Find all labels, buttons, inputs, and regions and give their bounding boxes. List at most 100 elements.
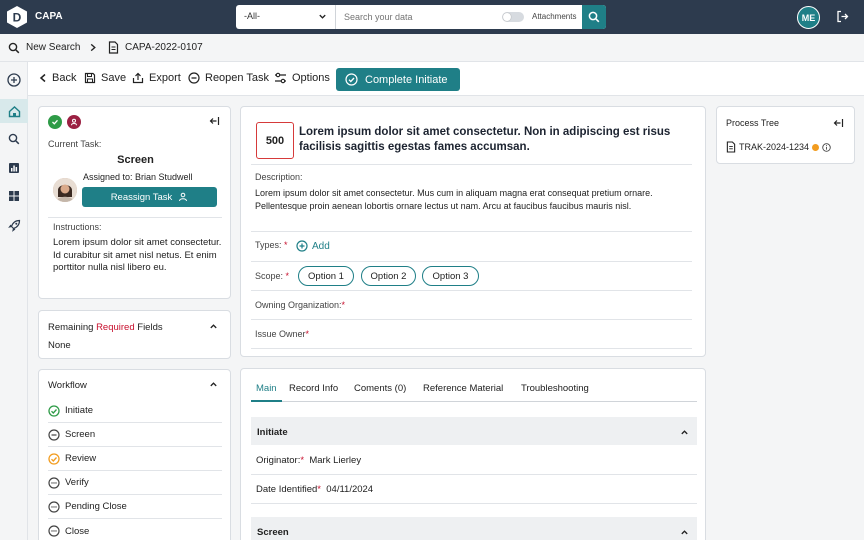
complete-initiate-button[interactable]: Complete Initiate (336, 68, 460, 91)
chevron-up-icon (680, 428, 689, 437)
search-scope-select[interactable]: -All- (236, 5, 336, 29)
tab-main[interactable]: Main (256, 383, 277, 394)
sliders-icon (274, 72, 287, 84)
rail-add-button[interactable] (0, 68, 28, 92)
logout-icon[interactable] (836, 10, 849, 23)
attachments-label: Attachments (532, 12, 577, 21)
add-type-button[interactable]: Add (296, 240, 330, 252)
pending-circle-icon (48, 525, 60, 537)
minus-circle-icon (48, 428, 60, 441)
active-tab-indicator (251, 400, 282, 402)
process-tree-card: Process Tree TRAK-2024-1234 (716, 106, 855, 164)
remaining-required-heading: Remaining Required Fields (48, 322, 163, 333)
rail-home-button[interactable] (0, 99, 28, 123)
user-initials: ME (801, 12, 816, 23)
rail-launch-button[interactable] (0, 213, 28, 237)
options-button[interactable]: Options (274, 72, 330, 84)
breadcrumb-new-search[interactable]: New Search (26, 42, 80, 53)
reopen-task-button[interactable]: Reopen Task (188, 72, 269, 84)
scope-option-2[interactable]: Option 2 (361, 266, 416, 286)
collapse-panel-icon[interactable] (209, 116, 220, 126)
remaining-prefix: Remaining (48, 322, 97, 333)
info-icon[interactable] (822, 142, 831, 152)
export-button[interactable]: Export (132, 72, 181, 84)
rail-dashboard-button[interactable] (0, 184, 28, 208)
chevron-up-icon[interactable] (209, 322, 218, 331)
status-check-icon (48, 115, 62, 129)
current-task-card: Current Task: Screen Assigned to: Brian … (38, 106, 231, 299)
chevron-up-icon[interactable] (209, 380, 218, 389)
search-input[interactable] (336, 5, 486, 29)
workflow-step-verify[interactable]: Verify (48, 471, 222, 495)
back-label: Back (52, 72, 77, 84)
process-tree-item-label: TRAK-2024-1234 (739, 142, 810, 152)
search-button[interactable] (582, 5, 606, 29)
tab-divider (251, 401, 697, 402)
reopen-label: Reopen Task (205, 72, 270, 84)
app-logo-icon[interactable]: D (6, 5, 28, 29)
app-title: CAPA (35, 11, 63, 22)
tab-troubleshooting[interactable]: Troubleshooting (521, 383, 589, 394)
workflow-step-label: Close (65, 525, 90, 537)
rocket-icon (7, 219, 20, 232)
description-text[interactable]: Lorem ipsum dolor sit amet consectetur. … (255, 187, 675, 212)
collapse-panel-icon[interactable] (833, 118, 844, 128)
divider (251, 290, 692, 291)
reassign-user-icon (178, 192, 188, 202)
issue-title[interactable]: Lorem ipsum dolor sit amet consectetur. … (299, 125, 699, 155)
scope-option-3[interactable]: Option 3 (422, 266, 479, 286)
rail-search-button[interactable] (0, 127, 28, 151)
save-button[interactable]: Save (84, 72, 126, 84)
workflow-step-close[interactable]: Close (48, 519, 222, 540)
divider (251, 261, 692, 262)
process-tree-title: Process Tree (726, 118, 780, 128)
divider (251, 164, 692, 165)
save-icon (84, 72, 96, 84)
assigned-to-text: Assigned to: Brian Studwell (83, 172, 193, 182)
workflow-step-screen[interactable]: Screen (48, 423, 222, 447)
plus-circle-icon (7, 73, 21, 87)
pending-circle-icon (48, 476, 60, 489)
breadcrumb-record-id: CAPA-2022-0107 (125, 42, 203, 53)
scope-option-1[interactable]: Option 1 (298, 266, 354, 286)
search-icon[interactable] (8, 42, 20, 54)
section-title: Initiate (257, 427, 288, 438)
section-initiate-header[interactable]: Initiate (251, 417, 697, 445)
remaining-suffix: Fields (134, 322, 163, 333)
user-badge-icon (67, 115, 81, 129)
breadcrumb: New Search CAPA-2022-0107 (0, 34, 864, 62)
originator-field[interactable]: Originator:* Mark Lierley (251, 446, 697, 475)
reassign-task-button[interactable]: Reassign Task (82, 187, 217, 207)
date-identified-field[interactable]: Date Identified* 04/11/2024 (251, 475, 697, 504)
required-word: Required (96, 322, 135, 333)
tab-record-info[interactable]: Record Info (289, 383, 338, 394)
owning-organization-field[interactable] (251, 319, 692, 320)
workflow-step-review[interactable]: Review (48, 447, 222, 471)
chevron-left-icon (39, 73, 47, 83)
attachments-toggle[interactable] (502, 12, 524, 22)
chevron-up-icon (680, 528, 689, 537)
issue-owner-field[interactable] (251, 348, 692, 349)
logo-letter: D (13, 11, 22, 25)
options-label: Options (292, 72, 330, 84)
user-avatar[interactable]: ME (797, 6, 820, 29)
workflow-step-initiate[interactable]: Initiate (48, 399, 222, 423)
workflow-card: Workflow Initiate Screen Review Verify P… (38, 369, 231, 540)
types-label-text: Types: (255, 240, 282, 250)
back-button[interactable]: Back (39, 72, 76, 84)
instructions-text: Lorem ipsum dolor sit amet consectetur. … (53, 237, 222, 273)
workflow-step-label: Review (65, 453, 97, 464)
search-scope-value: -All- (244, 11, 260, 21)
status-dot-icon (812, 143, 820, 151)
workflow-step-pending-close[interactable]: Pending Close (48, 495, 222, 519)
description-label: Description: (255, 172, 303, 182)
originator-label: Originator: (256, 455, 301, 466)
remaining-required-value: None (48, 340, 71, 351)
left-rail (0, 62, 28, 540)
tab-comments[interactable]: Coments (0) (354, 383, 406, 394)
process-tree-item[interactable]: TRAK-2024-1234 (726, 141, 831, 153)
section-screen-header[interactable]: Screen (251, 517, 697, 540)
record-tabs-card: Main Record Info Coments (0) Reference M… (240, 368, 706, 540)
rail-reports-button[interactable] (0, 156, 28, 180)
tab-reference-material[interactable]: Reference Material (423, 383, 503, 394)
